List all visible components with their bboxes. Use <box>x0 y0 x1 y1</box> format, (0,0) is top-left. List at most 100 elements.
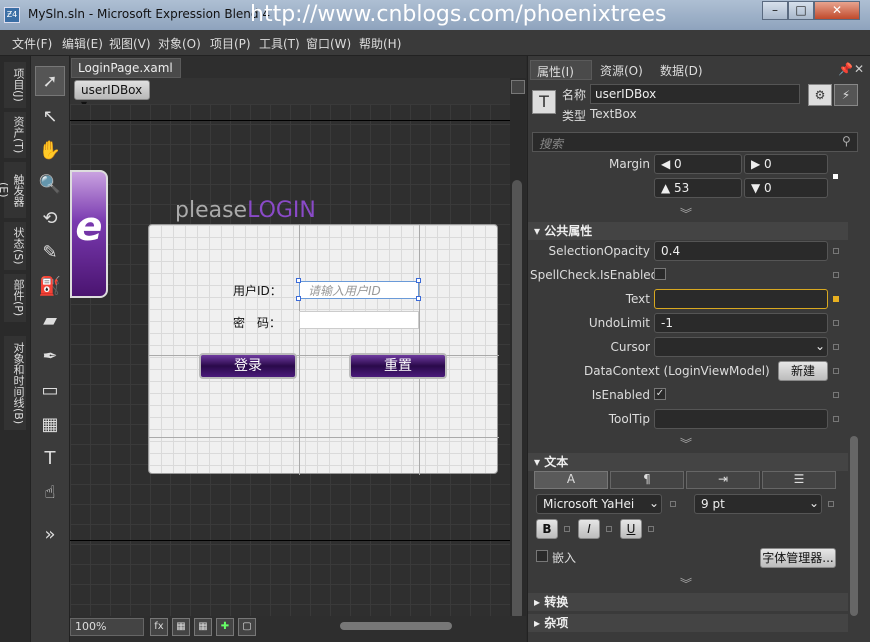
canvas-horizontal-scrollbar[interactable] <box>340 622 452 630</box>
fx-icon[interactable]: fx <box>150 618 168 636</box>
properties-view-icon[interactable]: ⚙ <box>808 84 832 106</box>
minimize-button[interactable]: – <box>762 1 788 20</box>
list-tab-icon[interactable]: ☰ <box>762 471 836 489</box>
tab-project[interactable]: 项目(J) <box>4 62 26 108</box>
properties-scrollbar[interactable] <box>850 436 858 616</box>
design-canvas[interactable]: e pleaseLOGIN 用户ID： 请输入用户ID 密 码： 登录 重置 <box>70 104 510 616</box>
zoom-tool-icon[interactable]: 🔍 <box>35 170 65 200</box>
pan-tool-icon[interactable]: ✋ <box>35 136 65 166</box>
advanced-option-marker[interactable] <box>833 392 839 398</box>
events-view-icon[interactable]: ⚡ <box>834 84 858 106</box>
grid-toggle-icon[interactable]: ▦ <box>172 618 190 636</box>
tab-objects-timeline[interactable]: 对象和时间线(B) <box>4 336 26 430</box>
new-button[interactable]: 新建 <box>778 361 828 381</box>
menu-window[interactable]: 窗口(W) <box>306 35 351 52</box>
indent-tab-icon[interactable]: ⇥ <box>686 471 760 489</box>
advanced-option-marker[interactable] <box>833 416 839 422</box>
misc-section-header[interactable]: ▸ 杂项 <box>528 614 848 632</box>
expand-chevron-icon[interactable]: ︾ <box>680 435 692 452</box>
canvas-vertical-scrollbar[interactable] <box>512 180 522 620</box>
menu-file[interactable]: 文件(F) <box>12 35 52 52</box>
spellcheck-checkbox[interactable] <box>654 268 666 280</box>
advanced-option-marker[interactable] <box>564 526 570 532</box>
font-size-select[interactable]: 9 pt ⌄ <box>694 494 822 514</box>
undolimit-field[interactable]: -1 <box>654 313 828 333</box>
grid-tool-icon[interactable]: ▦ <box>35 410 65 440</box>
resize-handle[interactable] <box>416 296 421 301</box>
font-tab-icon[interactable]: A <box>534 471 608 489</box>
password-input[interactable] <box>299 311 419 329</box>
resize-handle[interactable] <box>296 278 301 283</box>
paint-bucket-tool-icon[interactable]: ⛽ <box>35 272 65 302</box>
eyedropper-tool-icon[interactable]: ✎ <box>35 238 65 268</box>
margin-left-field[interactable]: ◀ 0 <box>654 154 742 174</box>
text-section-header[interactable]: ▾ 文本 <box>528 453 848 471</box>
isenabled-checkbox[interactable]: ✓ <box>654 388 666 400</box>
breadcrumb[interactable]: userIDBox ▾ <box>74 80 150 111</box>
snap-lines-icon[interactable]: ✚ <box>216 618 234 636</box>
expand-chevron-icon[interactable]: ︾ <box>680 205 692 222</box>
resize-handle[interactable] <box>416 278 421 283</box>
bold-button[interactable]: B <box>536 519 558 539</box>
property-search-input[interactable]: 搜索 <box>532 132 858 152</box>
advanced-option-marker[interactable] <box>833 272 839 278</box>
common-properties-header[interactable]: ▾ 公共属性 <box>528 222 848 240</box>
snap-grid-icon[interactable]: ▦ <box>194 618 212 636</box>
pen-tool-icon[interactable]: ✒ <box>35 342 65 372</box>
menu-project[interactable]: 项目(P) <box>210 35 251 52</box>
more-tools-icon[interactable]: » <box>35 520 65 550</box>
brush-tool-icon[interactable]: ▰ <box>35 306 65 336</box>
advanced-option-marker[interactable] <box>833 344 839 350</box>
login-button[interactable]: 登录 <box>199 353 297 379</box>
advanced-option-marker[interactable] <box>833 368 839 374</box>
advanced-option-marker[interactable] <box>670 501 676 507</box>
tooltip-field[interactable] <box>654 409 828 429</box>
resize-handle[interactable] <box>296 296 301 301</box>
margin-top-field[interactable]: ▲ 53 <box>654 178 742 198</box>
paragraph-tab-icon[interactable]: ¶ <box>610 471 684 489</box>
login-artboard[interactable]: 用户ID： 请输入用户ID 密 码： 登录 重置 <box>148 224 499 475</box>
advanced-option-marker[interactable] <box>606 526 612 532</box>
zoom-select[interactable]: 100% <box>70 618 144 636</box>
cursor-select[interactable]: ⌄ <box>654 337 828 357</box>
menu-view[interactable]: 视图(V) <box>109 35 151 52</box>
menu-object[interactable]: 对象(O) <box>158 35 201 52</box>
pin-icon[interactable]: 📌 <box>838 62 853 76</box>
name-field[interactable]: userIDBox <box>590 84 800 104</box>
advanced-option-marker[interactable] <box>828 501 834 507</box>
maximize-button[interactable]: □ <box>788 1 814 20</box>
tab-data[interactable]: 数据(D) <box>654 60 712 80</box>
panel-close-icon[interactable]: ✕ <box>854 62 864 76</box>
userid-input[interactable]: 请输入用户ID <box>299 281 419 299</box>
menu-tools[interactable]: 工具(T) <box>259 35 300 52</box>
tab-triggers[interactable]: 触发器(E) <box>0 162 26 218</box>
selection-opacity-field[interactable]: 0.4 <box>654 241 828 261</box>
advanced-option-marker[interactable] <box>833 320 839 326</box>
tab-properties[interactable]: 属性(I) <box>530 60 592 80</box>
underline-button[interactable]: U <box>620 519 642 539</box>
advanced-option-marker[interactable] <box>648 526 654 532</box>
italic-button[interactable]: I <box>578 519 600 539</box>
advanced-option-marker[interactable] <box>833 248 839 254</box>
text-tool-icon[interactable]: T <box>35 444 65 474</box>
rectangle-tool-icon[interactable]: ▭ <box>35 376 65 406</box>
font-family-select[interactable]: Microsoft YaHei ⌄ <box>536 494 662 514</box>
reset-button[interactable]: 重置 <box>349 353 447 379</box>
font-manager-button[interactable]: 字体管理器... <box>760 548 836 568</box>
view-toggle-icon[interactable] <box>511 80 525 94</box>
tab-resources[interactable]: 资源(O) <box>594 60 652 80</box>
embed-checkbox[interactable] <box>536 550 548 562</box>
local-value-marker[interactable] <box>833 296 839 302</box>
text-field[interactable] <box>654 289 828 309</box>
tab-parts[interactable]: 部件(P) <box>4 274 26 322</box>
annotations-icon[interactable]: ▢ <box>238 618 256 636</box>
tab-assets[interactable]: 资产(T) <box>4 112 26 158</box>
controls-tool-icon[interactable]: ☝ <box>35 478 65 508</box>
camera-orbit-tool-icon[interactable]: ⟲ <box>35 204 65 234</box>
tab-loginpage[interactable]: LoginPage.xaml × <box>71 58 181 89</box>
margin-bottom-field[interactable]: ▼ 0 <box>744 178 828 198</box>
expand-chevron-icon[interactable]: ︾ <box>680 575 692 592</box>
menu-help[interactable]: 帮助(H) <box>359 35 401 52</box>
margin-right-field[interactable]: ▶ 0 <box>744 154 828 174</box>
close-button[interactable]: ✕ <box>814 1 860 20</box>
